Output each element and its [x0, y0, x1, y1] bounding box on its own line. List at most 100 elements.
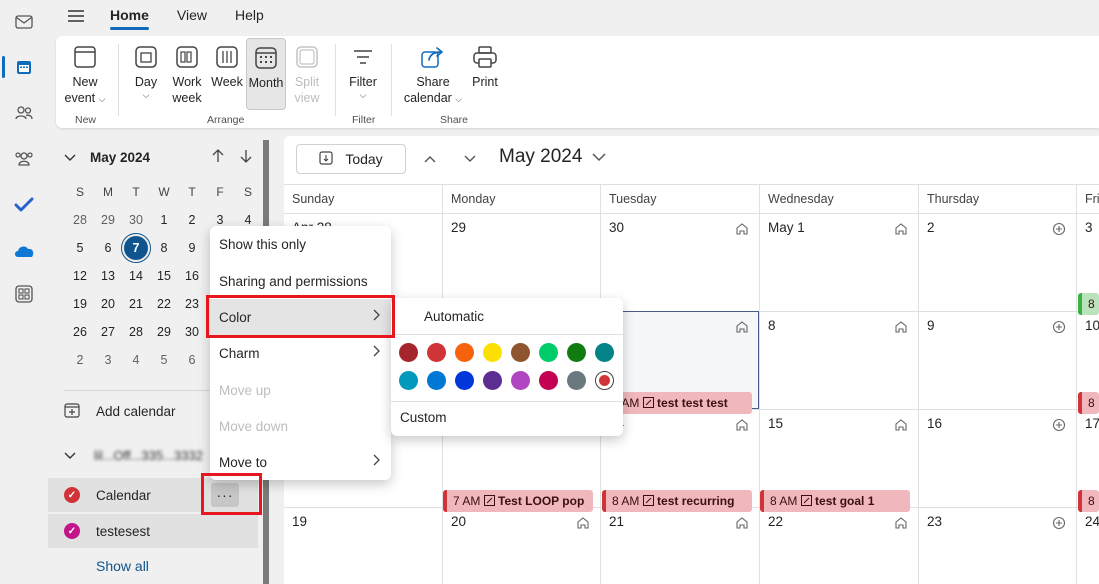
onedrive-icon[interactable] [8, 235, 40, 267]
mini-calendar-day[interactable]: 8 [150, 234, 178, 262]
next-chevron-icon[interactable] [458, 148, 482, 170]
mini-calendar-day[interactable]: 4 [122, 346, 150, 374]
day-cell[interactable]: 29 [442, 213, 600, 311]
calendar-item-testesest[interactable]: ✓ testesest [48, 514, 258, 548]
mini-calendar-day[interactable]: 6 [94, 234, 122, 262]
calendar-event[interactable]: 8 [1078, 293, 1099, 315]
color-swatch[interactable] [595, 343, 614, 362]
mini-calendar-day[interactable]: 26 [66, 318, 94, 346]
show-all-link[interactable]: Show all [96, 558, 149, 574]
day-cell[interactable]: 19 [284, 507, 442, 584]
today-button[interactable]: Today [296, 144, 406, 174]
work-week-view-button[interactable]: Work week [167, 40, 207, 106]
menu-item-sharing-and-permissions[interactable]: Sharing and permissions [210, 263, 391, 299]
mini-calendar-day[interactable]: 28 [66, 206, 94, 234]
calendar-icon[interactable] [8, 51, 40, 83]
day-cell[interactable]: 16 [918, 409, 1076, 507]
mini-calendar-day[interactable]: 3 [94, 346, 122, 374]
color-swatch[interactable] [455, 371, 474, 390]
collapse-chevron-icon[interactable] [64, 150, 76, 165]
filter-button[interactable]: Filter ⌵ [344, 40, 382, 100]
day-cell[interactable]: 22 [759, 507, 918, 584]
mini-calendar-day[interactable]: 19 [66, 290, 94, 318]
color-swatch[interactable] [483, 371, 502, 390]
previous-chevron-icon[interactable] [418, 148, 442, 170]
color-swatch[interactable] [567, 343, 586, 362]
mini-calendar-day[interactable]: 22 [150, 290, 178, 318]
day-cell[interactable]: 23 [918, 507, 1076, 584]
account-group[interactable]: lil...Off...335...3332 [64, 448, 203, 463]
day-cell[interactable]: May 1 [759, 213, 918, 311]
mini-calendar-day[interactable]: 27 [94, 318, 122, 346]
todo-icon[interactable] [8, 189, 40, 221]
people-icon[interactable] [8, 97, 40, 129]
mini-calendar-day[interactable]: 20 [94, 290, 122, 318]
tab-view[interactable]: View [163, 0, 221, 32]
mini-calendar-day[interactable]: 15 [150, 262, 178, 290]
color-swatch[interactable] [511, 343, 530, 362]
apps-icon[interactable] [8, 278, 40, 310]
calendar-event[interactable]: 7 AM Test LOOP pop [443, 490, 593, 512]
mini-calendar-day[interactable]: 21 [122, 290, 150, 318]
day-cell[interactable]: 21 [600, 507, 759, 584]
mini-calendar-day[interactable]: 2 [178, 206, 206, 234]
day-cell[interactable]: 9 [918, 311, 1076, 409]
color-swatch[interactable] [399, 343, 418, 362]
color-swatch[interactable] [539, 371, 558, 390]
add-calendar-button[interactable]: Add calendar [64, 402, 176, 421]
new-event-button[interactable]: New event ⌵ [62, 40, 108, 106]
color-swatch[interactable] [427, 343, 446, 362]
color-custom-option[interactable]: Custom [400, 410, 447, 425]
color-automatic-option[interactable]: Automatic [424, 309, 484, 324]
mini-calendar-day[interactable]: 5 [150, 346, 178, 374]
month-view-button[interactable]: Month [246, 38, 286, 110]
color-swatch[interactable] [567, 371, 586, 390]
mini-calendar-day[interactable]: 1 [150, 206, 178, 234]
arrow-down-icon[interactable] [240, 149, 252, 166]
mini-calendar-day[interactable]: 6 [178, 346, 206, 374]
groups-icon[interactable] [8, 143, 40, 175]
tab-help[interactable]: Help [221, 0, 278, 32]
mini-calendar-day[interactable]: 5 [66, 234, 94, 262]
tab-home[interactable]: Home [96, 0, 163, 32]
hamburger-menu-icon[interactable] [56, 0, 96, 32]
day-view-button[interactable]: Day ⌵ [128, 40, 164, 100]
week-view-button[interactable]: Week [209, 40, 245, 90]
calendar-event[interactable]: 8 [1078, 392, 1099, 414]
color-swatch[interactable] [399, 371, 418, 390]
mini-calendar-day[interactable]: 2 [66, 346, 94, 374]
calendar-event[interactable]: 8 AM test test test [602, 392, 752, 414]
menu-item-show-this-only[interactable]: Show this only [210, 226, 391, 262]
day-cell[interactable]: 20 [442, 507, 600, 584]
day-cell[interactable]: 24 [1076, 507, 1099, 584]
checkmark-icon[interactable]: ✓ [64, 487, 80, 503]
calendar-event[interactable]: 8 AM test recurring [602, 490, 752, 512]
mail-icon[interactable] [8, 6, 40, 38]
day-cell[interactable]: 8 [759, 311, 918, 409]
color-swatch[interactable] [511, 371, 530, 390]
calendar-event[interactable]: 8 AM test goal 1 [760, 490, 910, 512]
mini-calendar-day[interactable]: 29 [94, 206, 122, 234]
calendar-event[interactable]: 8 [1078, 490, 1099, 512]
color-swatch[interactable] [539, 343, 558, 362]
color-swatch[interactable] [595, 371, 614, 390]
day-cell[interactable]: 30 [600, 213, 759, 311]
mini-calendar-day[interactable]: 16 [178, 262, 206, 290]
month-title[interactable]: May 2024 [499, 146, 606, 168]
menu-item-charm[interactable]: Charm [210, 335, 391, 371]
color-swatch[interactable] [427, 371, 446, 390]
color-swatch[interactable] [483, 343, 502, 362]
mini-calendar-day[interactable]: 14 [122, 262, 150, 290]
mini-calendar-day[interactable]: 30 [178, 318, 206, 346]
mini-calendar-day[interactable]: 28 [122, 318, 150, 346]
mini-calendar-day[interactable]: 30 [122, 206, 150, 234]
mini-calendar-day[interactable]: 9 [178, 234, 206, 262]
print-button[interactable]: Print [466, 40, 504, 90]
mini-calendar-day[interactable]: 23 [178, 290, 206, 318]
share-calendar-button[interactable]: Share calendar ⌵ [400, 40, 466, 106]
color-swatch[interactable] [455, 343, 474, 362]
arrow-up-icon[interactable] [212, 149, 224, 166]
mini-calendar-day[interactable]: 7 [121, 233, 151, 263]
mini-calendar-day[interactable]: 12 [66, 262, 94, 290]
mini-calendar-day[interactable]: 29 [150, 318, 178, 346]
